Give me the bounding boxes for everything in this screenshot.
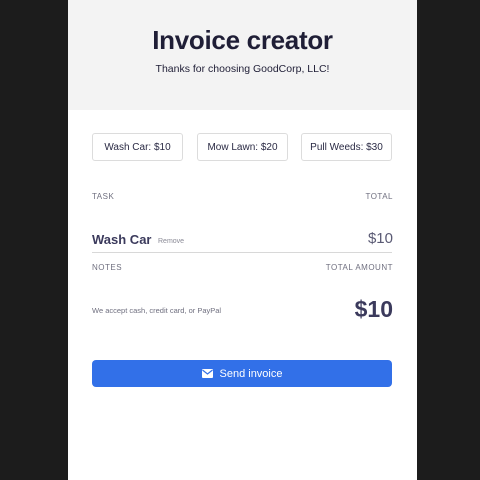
notes-header: NOTES [92, 263, 123, 272]
task-item-price: $10 [367, 230, 393, 247]
page-subtitle: Thanks for choosing GoodCorp, LLC! [155, 63, 330, 75]
send-invoice-button[interactable]: Send invoice [92, 360, 392, 387]
task-column-header: TASK [92, 192, 115, 201]
mow-lawn-button[interactable]: Mow Lawn: $20 [197, 133, 288, 161]
send-invoice-label: Send invoice [219, 367, 283, 380]
total-amount: $10 [354, 296, 393, 322]
wash-car-button[interactable]: Wash Car: $10 [92, 133, 183, 161]
envelope-icon [201, 369, 213, 378]
pull-weeds-button[interactable]: Pull Weeds: $30 [301, 133, 392, 161]
task-item-name: Wash Car [92, 232, 152, 247]
invoice-panel: Invoice creator Thanks for choosing Good… [68, 0, 417, 480]
remove-task-link[interactable]: Remove [158, 238, 184, 245]
total-column-header: TOTAL [365, 192, 393, 201]
notes-text: We accept cash, credit card, or PayPal [92, 306, 222, 315]
page-title: Invoice creator [152, 25, 333, 55]
header: Invoice creator Thanks for choosing Good… [68, 0, 417, 110]
total-amount-header: TOTAL AMOUNT [325, 263, 393, 272]
divider [92, 252, 392, 253]
